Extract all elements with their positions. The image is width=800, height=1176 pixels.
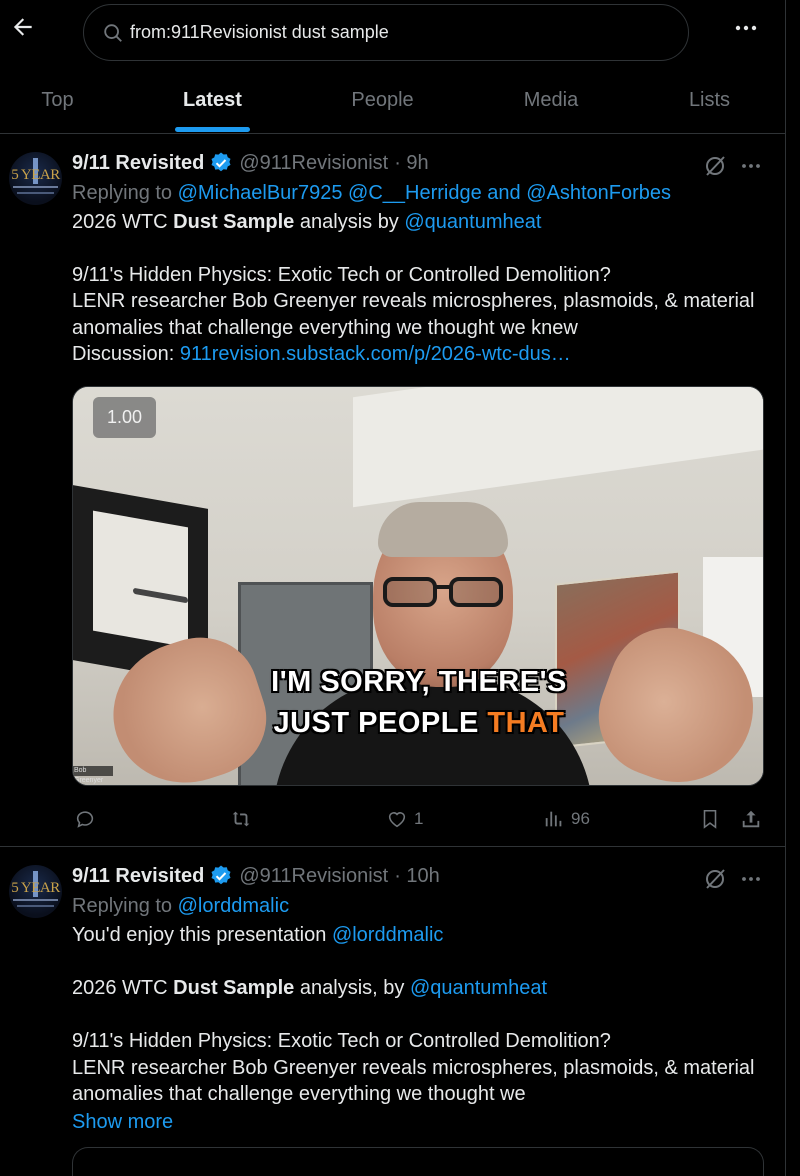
replying-to-label: Replying to — [72, 182, 173, 204]
repost-button[interactable] — [230, 804, 252, 834]
avatar-logo-text: 5 YEAR — [11, 880, 60, 896]
speaker-name-tag: Bob Greenyer — [73, 766, 113, 784]
mention-link[interactable]: @quantumheat — [404, 211, 541, 233]
replying-to-mentions[interactable]: @MichaelBur7925 @C__Herridge and @Ashton… — [178, 182, 671, 204]
tweet[interactable]: 5 YEAR 9/11 Revisited @911Revisionist · … — [0, 847, 785, 1176]
tweet-text: 2026 WTC — [72, 977, 168, 999]
search-query-text: from:911Revisionist dust sample — [130, 22, 389, 42]
reply-button[interactable] — [74, 804, 96, 834]
tweet-text-line: 9/11's Hidden Physics: Exotic Tech or Co… — [72, 1030, 611, 1052]
more-horizontal-icon — [735, 25, 757, 31]
tweet-timestamp[interactable]: · 10h — [394, 865, 440, 888]
tweet[interactable]: 5 YEAR 9/11 Revisited @911Revisionist · … — [0, 134, 785, 847]
show-more-link[interactable]: Show more — [72, 1109, 173, 1135]
tab-media[interactable]: Media — [455, 68, 647, 133]
replying-to-mentions[interactable]: @lorddmalic — [178, 895, 289, 917]
tweet-text-line: LENR researcher Bob Greenyer reveals mic… — [72, 290, 755, 312]
grok-icon[interactable] — [703, 154, 727, 178]
mention-link[interactable]: @lorddmalic — [332, 924, 443, 946]
active-tab-indicator — [175, 127, 250, 132]
caption-highlight: THAT — [487, 707, 565, 739]
replying-to-label: Replying to — [72, 895, 173, 917]
column-border — [785, 0, 786, 1176]
search-tabs: Top Latest People Media Lists — [0, 68, 785, 134]
verified-badge-icon — [211, 865, 231, 885]
mention-link[interactable]: @quantumheat — [410, 977, 547, 999]
tweet-more-icon[interactable] — [739, 154, 763, 178]
video-caption-line: JUST PEOPLE THAT — [73, 707, 763, 740]
video-caption-line: I'M SORRY, THERE'S — [271, 666, 567, 698]
author-name[interactable]: 9/11 Revisited — [72, 152, 204, 175]
tweet-text-line: Discussion: 911revision.substack.com/p/2… — [72, 341, 571, 367]
back-button[interactable] — [10, 14, 36, 40]
author-handle[interactable]: @911Revisionist — [239, 152, 388, 175]
share-icon — [742, 810, 760, 828]
tweet-text: Discussion: — [72, 343, 175, 365]
replying-to-line: Replying to @MichaelBur7925 @C__Herridge… — [72, 180, 671, 206]
external-link[interactable]: 911revision.substack.com/p/2026-wtc-dus… — [180, 343, 571, 365]
like-button[interactable]: 1 — [386, 804, 423, 834]
caption-text: JUST PEOPLE — [273, 707, 479, 739]
tweet-text: You'd enjoy this presentation — [72, 924, 327, 946]
heart-icon — [388, 812, 406, 828]
playback-speed-badge[interactable]: 1.00 — [93, 397, 156, 438]
tweet-text: analysis, by — [299, 977, 405, 999]
view-count: 96 — [571, 809, 590, 828]
views-icon — [545, 811, 562, 827]
search-input[interactable]: from:911Revisionist dust sample — [83, 4, 689, 61]
video-player[interactable]: 1.00 I'M SORRY, THERE'S JUST PEOPLE THAT… — [72, 386, 764, 786]
back-arrow-icon — [13, 18, 32, 36]
like-count: 1 — [414, 809, 424, 828]
tweet-text-line: You'd enjoy this presentation @lorddmali… — [72, 922, 443, 948]
search-icon — [104, 23, 122, 42]
avatar[interactable]: 5 YEAR — [9, 865, 62, 918]
verified-badge-icon — [211, 152, 231, 172]
tweet-action-bar: 1 96 — [0, 804, 785, 834]
tab-lists[interactable]: Lists — [647, 68, 772, 133]
views-button[interactable]: 96 — [543, 804, 590, 834]
replying-to-line: Replying to @lorddmalic — [72, 893, 289, 919]
tweet-text-bold: Dust Sample — [173, 977, 295, 999]
share-button[interactable] — [740, 804, 762, 834]
tab-top[interactable]: Top — [0, 68, 115, 133]
avatar-logo-text: 5 YEAR — [11, 167, 60, 183]
reply-icon — [76, 811, 94, 828]
tweet-text-line: anomalies that challenge everything we t… — [72, 1083, 526, 1105]
bookmark-icon — [703, 809, 717, 829]
tweet-text-line: 2026 WTC Dust Sample analysis by @quantu… — [72, 209, 541, 235]
tweet-text: 2026 WTC — [72, 211, 168, 233]
video-player[interactable] — [72, 1147, 764, 1176]
author-handle[interactable]: @911Revisionist — [239, 865, 388, 888]
grok-icon[interactable] — [703, 867, 727, 891]
tweet-timestamp[interactable]: · 9h — [394, 152, 428, 175]
avatar[interactable]: 5 YEAR — [9, 152, 62, 205]
tweet-more-icon[interactable] — [739, 867, 763, 891]
tweet-text: analysis by — [299, 211, 399, 233]
tweet-text-line: 9/11's Hidden Physics: Exotic Tech or Co… — [72, 264, 611, 286]
tweet-text-line: 2026 WTC Dust Sample analysis, by @quant… — [72, 975, 547, 1001]
tweet-text-line: LENR researcher Bob Greenyer reveals mic… — [72, 1057, 755, 1079]
bookmark-button[interactable] — [699, 804, 721, 834]
tweet-text-bold: Dust Sample — [173, 211, 295, 233]
author-name[interactable]: 9/11 Revisited — [72, 865, 204, 888]
tweet-text-line: anomalies that challenge everything we t… — [72, 317, 578, 339]
more-options-button[interactable] — [732, 14, 760, 42]
repost-icon — [232, 811, 250, 827]
tab-latest[interactable]: Latest — [115, 68, 310, 133]
tab-people[interactable]: People — [310, 68, 455, 133]
